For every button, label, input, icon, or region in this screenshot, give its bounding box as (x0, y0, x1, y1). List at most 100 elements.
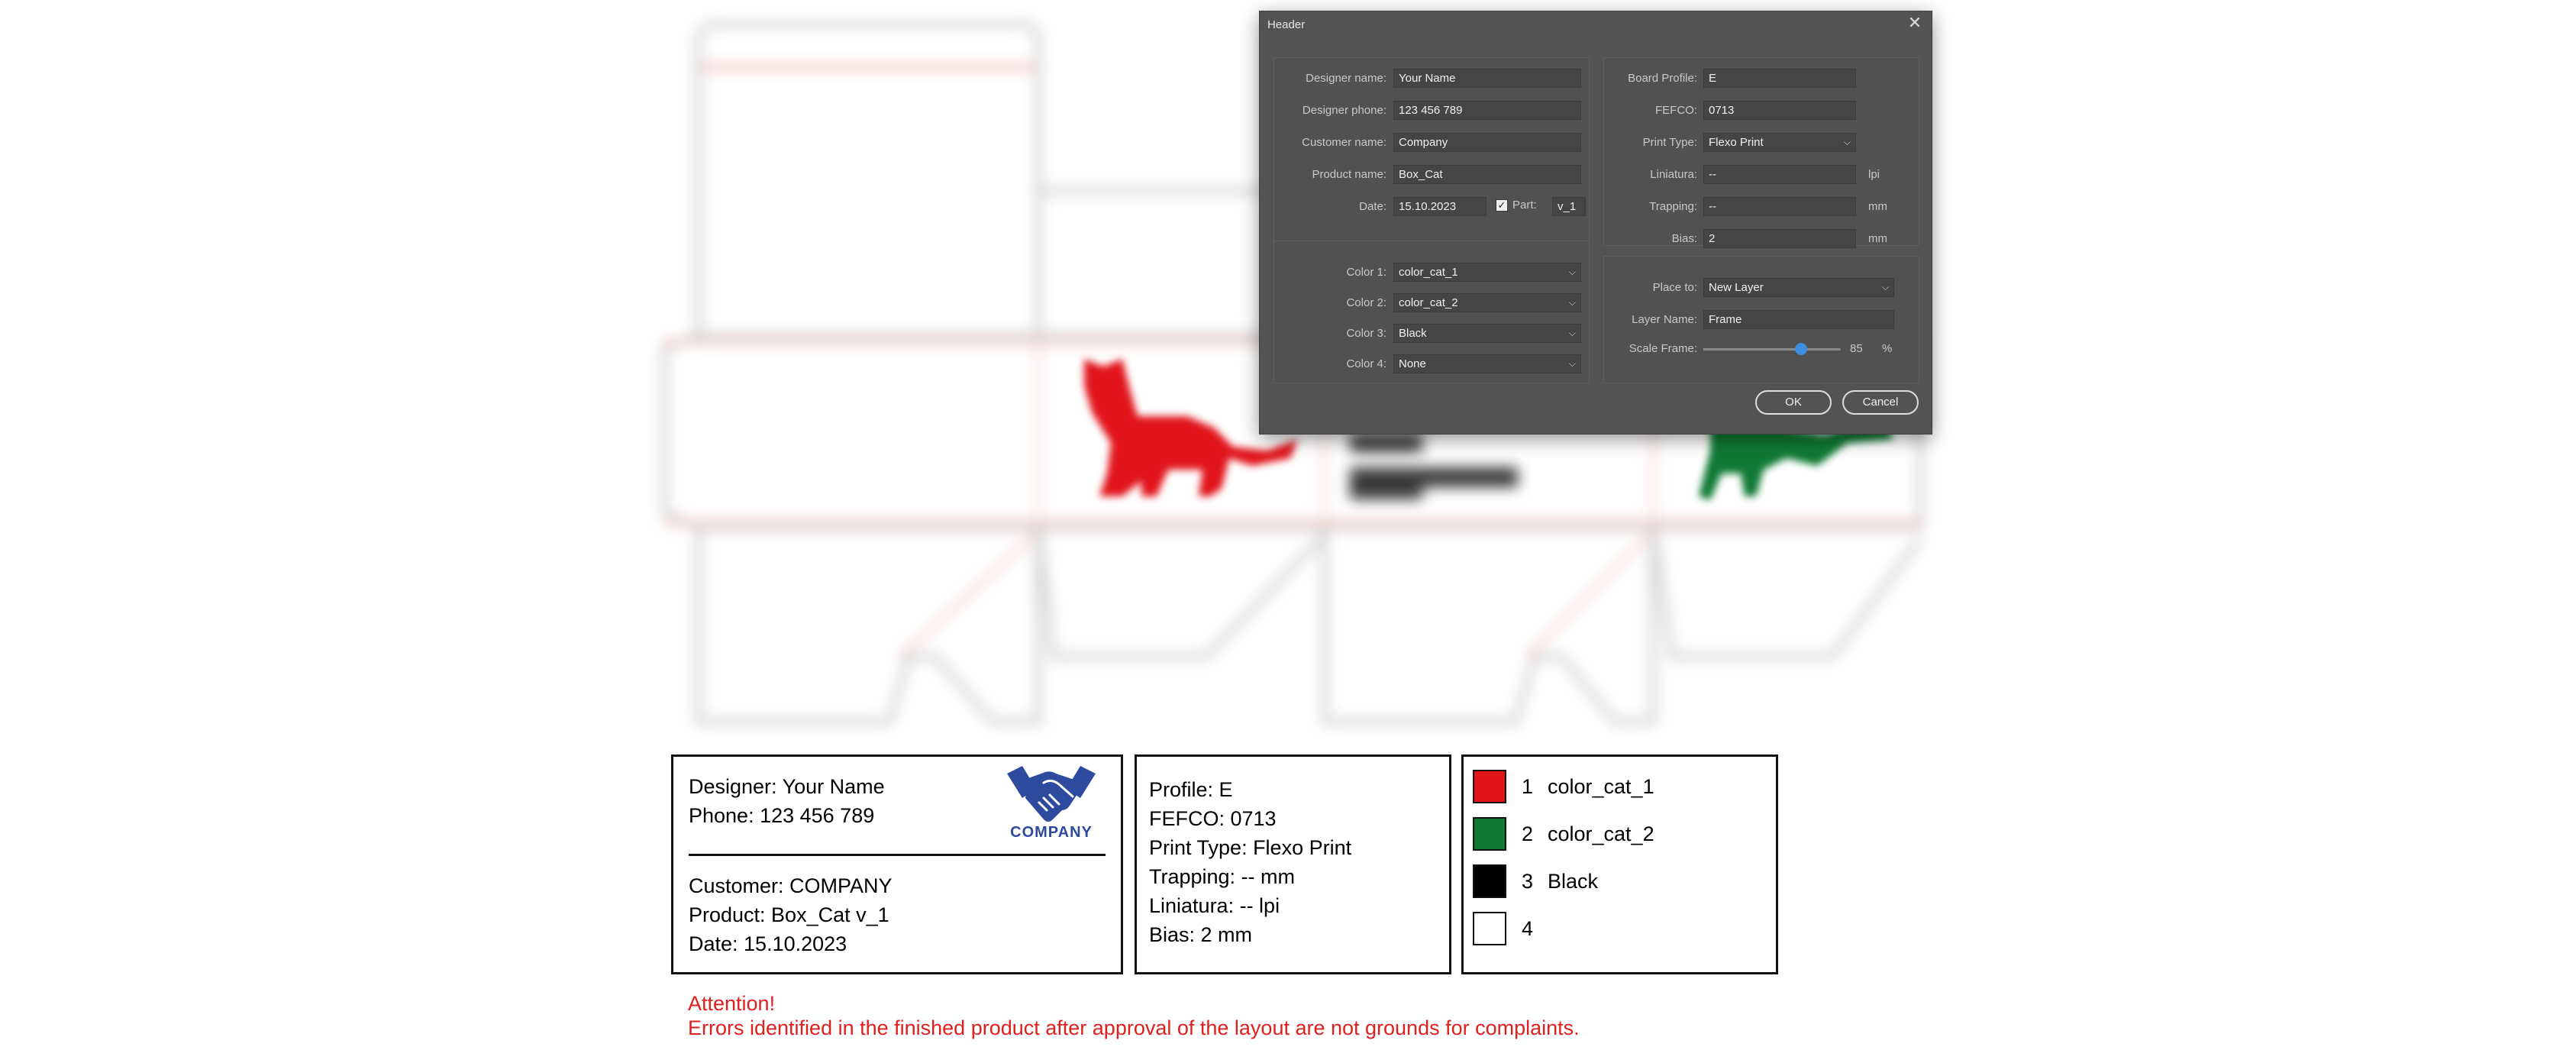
cancel-button[interactable]: Cancel (1842, 390, 1919, 415)
dialog-titlebar[interactable]: Header ✕ (1260, 11, 1932, 37)
chevron-down-icon: ⌵ (1568, 358, 1576, 369)
profile-line: Profile: E (1149, 778, 1233, 801)
place-to-select[interactable]: New Layer ⌵ (1703, 278, 1894, 297)
trapping-label: Trapping: (1649, 200, 1697, 213)
designer-line: Designer: Your Name (689, 775, 885, 798)
date-label: Date: (1359, 200, 1386, 213)
color-name: color_cat_1 (1548, 775, 1654, 798)
scale-frame-slider-fill (1703, 348, 1801, 351)
color3-value: Black (1399, 327, 1427, 340)
color-number: 2 (1522, 822, 1534, 845)
designer-info-block: Designer: Your Name Phone: 123 456 789 C… (671, 754, 1123, 974)
customer-name-label: Customer name: (1302, 136, 1386, 149)
dialog-title: Header (1267, 18, 1306, 31)
color1-select[interactable]: color_cat_1 ⌵ (1393, 263, 1581, 282)
placement-panel: Place to: New Layer ⌵ Layer Name: Scale F… (1603, 256, 1919, 383)
designer-name-field[interactable] (1393, 69, 1581, 88)
color4-value: None (1399, 357, 1426, 370)
liniatura-line: Liniatura: -- lpi (1149, 894, 1280, 917)
bias-line: Bias: 2 mm (1149, 923, 1253, 946)
color-swatch (1473, 864, 1506, 898)
chevron-down-icon: ⌵ (1881, 282, 1889, 292)
colors-info-block: 1 color_cat_1 2 color_cat_2 3 Black 4 (1461, 754, 1778, 974)
liniatura-label: Liniatura: (1650, 168, 1697, 181)
board-panel: Board Profile: FEFCO: Print Type: Flexo … (1603, 57, 1919, 248)
date-line: Date: 15.10.2023 (689, 932, 847, 955)
product-name-field[interactable] (1393, 165, 1581, 184)
color-row-2: 2 color_cat_2 (1473, 815, 1654, 853)
scale-frame-label: Scale Frame: (1629, 342, 1697, 355)
handshake-icon (1007, 766, 1096, 822)
color-number: 1 (1522, 775, 1534, 798)
green-cat-silhouette (1699, 424, 1893, 500)
print-type-value: Flexo Print (1709, 136, 1764, 149)
color-number: 4 (1522, 917, 1534, 940)
part-label: Part: (1512, 199, 1537, 212)
part-field[interactable] (1552, 197, 1586, 216)
designer-panel: Designer name: Designer phone: Customer … (1273, 57, 1590, 246)
product-name-label: Product name: (1312, 168, 1386, 181)
bias-unit: mm (1868, 232, 1887, 245)
board-profile-field[interactable] (1703, 69, 1856, 88)
color2-select[interactable]: color_cat_2 ⌵ (1393, 293, 1581, 312)
header-dialog: Header ✕ Designer name: Designer phone: … (1260, 11, 1932, 434)
scale-frame-value: 85 (1850, 342, 1863, 355)
scale-frame-slider[interactable] (1703, 343, 1841, 355)
trapping-unit: mm (1868, 200, 1887, 213)
color-row-3: 3 Black (1473, 862, 1598, 900)
scale-frame-slider-thumb[interactable] (1795, 343, 1807, 355)
attention-message: Errors identified in the finished produc… (688, 1016, 1580, 1039)
bias-field[interactable] (1703, 229, 1856, 248)
chevron-down-icon: ⌵ (1568, 328, 1576, 338)
close-icon[interactable]: ✕ (1906, 14, 1924, 32)
designer-phone-label: Designer phone: (1302, 104, 1386, 117)
color4-select[interactable]: None ⌵ (1393, 354, 1581, 373)
color-swatch (1473, 912, 1506, 945)
date-field[interactable] (1393, 197, 1487, 216)
logo-text: COMPANY (1010, 824, 1093, 841)
customer-name-field[interactable] (1393, 133, 1581, 152)
chevron-down-icon: ⌵ (1568, 297, 1576, 308)
attention-notice: Attention! Errors identified in the fini… (688, 991, 1580, 1040)
color3-select[interactable]: Black ⌵ (1393, 324, 1581, 343)
designer-name-label: Designer name: (1306, 72, 1386, 85)
designer-phone-field[interactable] (1393, 101, 1581, 120)
color1-label: Color 1: (1346, 266, 1386, 279)
place-to-label: Place to: (1652, 281, 1697, 294)
attention-title: Attention! (688, 992, 776, 1015)
color2-value: color_cat_2 (1399, 296, 1458, 309)
color3-label: Color 3: (1346, 327, 1386, 340)
board-profile-label: Board Profile: (1628, 72, 1697, 85)
layer-name-label: Layer Name: (1632, 313, 1697, 326)
print-type-select[interactable]: Flexo Print ⌵ (1703, 133, 1856, 152)
fefco-label: FEFCO: (1655, 104, 1697, 117)
layer-name-field[interactable] (1703, 310, 1894, 329)
phone-line: Phone: 123 456 789 (689, 804, 875, 827)
color-name: Black (1548, 870, 1599, 893)
liniatura-unit: lpi (1868, 168, 1880, 181)
product-line: Product: Box_Cat v_1 (689, 903, 889, 926)
color-name: color_cat_2 (1548, 822, 1654, 845)
customer-line: Customer: COMPANY (689, 874, 893, 897)
print-type-label: Print Type: (1642, 136, 1697, 149)
color-row-1: 1 color_cat_1 (1473, 767, 1654, 806)
chevron-down-icon: ⌵ (1843, 137, 1851, 147)
colors-panel: Color 1: color_cat_1 ⌵ Color 2: color_cat… (1273, 241, 1590, 383)
part-checkbox[interactable]: ✓ (1496, 199, 1508, 212)
bias-label: Bias: (1671, 232, 1697, 245)
print-type-line: Print Type: Flexo Print (1149, 836, 1352, 859)
fefco-line: FEFCO: 0713 (1149, 807, 1277, 830)
trapping-field[interactable] (1703, 197, 1856, 216)
scale-frame-unit: % (1882, 342, 1893, 355)
color-swatch (1473, 817, 1506, 851)
divider (689, 854, 1106, 856)
color-swatch (1473, 770, 1506, 803)
liniatura-field[interactable] (1703, 165, 1856, 184)
color1-value: color_cat_1 (1399, 266, 1458, 279)
color-row-4: 4 (1473, 910, 1548, 948)
trapping-line: Trapping: -- mm (1149, 865, 1296, 888)
ok-button[interactable]: OK (1755, 390, 1832, 415)
color4-label: Color 4: (1346, 357, 1386, 370)
color-number: 3 (1522, 870, 1534, 893)
fefco-field[interactable] (1703, 101, 1856, 120)
